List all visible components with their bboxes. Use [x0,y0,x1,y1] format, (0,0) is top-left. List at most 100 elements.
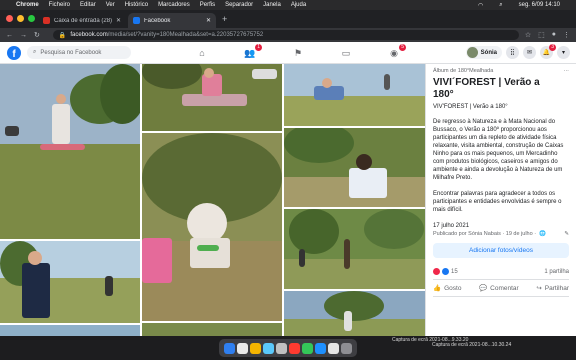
facebook-logo[interactable]: f [7,45,21,60]
home-icon: ⌂ [199,48,205,58]
main-nav: ⌂ 👥 1 ⚑ ▭ ◉ 5 [178,42,418,64]
app-menu[interactable]: Chrome [16,2,39,8]
photo-tile[interactable] [0,241,140,323]
photo-tile[interactable] [0,64,140,239]
share-count[interactable]: 1 partilha [544,269,569,275]
account-button[interactable]: ▾ [557,46,570,59]
files-icon[interactable] [328,342,339,354]
profile-icon[interactable]: ● [552,31,556,39]
reload-icon[interactable]: ↻ [34,31,40,39]
search-placeholder: Pesquisa no Facebook [40,49,102,56]
share-icon: ↪ [536,285,542,292]
dock [219,339,357,357]
menu-ajuda[interactable]: Ajuda [291,2,306,8]
reaction-count: 15 [451,268,458,275]
edit-icon[interactable]: ✎ [564,231,569,237]
like-button[interactable]: 👍 Gosto [433,284,461,293]
menu-janela[interactable]: Janela [263,2,281,8]
back-icon[interactable]: ← [6,32,13,39]
photo-tile[interactable] [142,133,282,321]
photo-tile[interactable] [142,64,282,131]
menu-ficheiro[interactable]: Ficheiro [49,2,70,8]
desktop-file[interactable]: Captura de ecrã 2021-08...10.30.24 [432,342,511,348]
chrome-icon[interactable] [250,342,261,354]
url-path: /media/set/?vanity=180Mealhada&set=a.220… [107,32,264,38]
tab-label: Facebook [144,17,171,24]
mail-icon[interactable] [276,342,287,354]
photo-tile[interactable] [284,291,425,336]
menu-perfis[interactable]: Perfis [200,2,215,8]
photo-tile[interactable] [284,209,425,289]
menu-ver[interactable]: Ver [106,2,115,8]
menu-editar[interactable]: Editar [80,2,96,8]
chevron-down-icon: ▾ [561,50,565,56]
calendar-icon[interactable] [289,342,300,354]
search-input[interactable]: ⌕ Pesquisa no Facebook [27,46,131,59]
address-toolbar: ← → ↻ 🔒 facebook.com /media/set/?vanity=… [0,28,576,42]
menu-button[interactable]: ⣿ [506,46,519,59]
more-icon[interactable]: ⋮ [563,31,570,39]
clock[interactable]: seg. 6/09 14:10 [519,2,560,9]
thumbs-up-icon: 👍 [433,285,442,292]
url-bar[interactable]: 🔒 facebook.com /media/set/?vanity=180Mea… [52,30,519,40]
nav-friends[interactable]: 👥 1 [226,42,274,64]
nav-marketplace[interactable]: ▭ [322,42,370,64]
wifi-icon[interactable]: ◠ [478,2,483,9]
add-photos-button[interactable]: Adicionar fotos/vídeos [433,243,569,258]
menu-historico[interactable]: Histórico [125,2,148,8]
tab-facebook[interactable]: Facebook ✕ [128,13,216,28]
menu-separador[interactable]: Separador [225,2,253,8]
zoom-window-button[interactable] [28,15,35,22]
close-window-button[interactable] [6,15,13,22]
messages-icon[interactable] [302,342,313,354]
photo-grid [0,64,425,336]
photo-tile[interactable] [0,325,140,336]
minimize-window-button[interactable] [17,15,24,22]
safari-icon[interactable] [263,342,274,354]
lock-icon: 🔒 [58,32,67,39]
launchpad-icon[interactable] [237,342,248,354]
trash-icon[interactable] [341,342,352,354]
new-tab-button[interactable]: + [222,14,227,24]
nav-home[interactable]: ⌂ [178,42,226,64]
tab-label: Caixa de entrada (28) - sonia... [54,17,113,24]
search-icon: ⌕ [33,49,37,55]
published-by: Publicado por Sónia Nabais · 19 de julho… [433,231,537,237]
groups-badge: 5 [399,44,406,51]
comment-icon: 💬 [479,285,488,292]
album-description: De regresso à Natureza e à Mata Nacional… [433,119,564,181]
album-description-2: Encontrar palavras para agradecer a todo… [433,191,562,213]
word-icon[interactable] [315,342,326,354]
messenger-icon: ✉ [526,50,533,56]
photo-tile[interactable] [284,128,425,207]
profile-button[interactable]: Sónia [465,46,502,59]
forward-icon[interactable]: → [20,32,27,39]
facebook-tab-icon [133,17,140,24]
search-icon[interactable]: ⌕ [499,2,502,9]
nav-groups[interactable]: ◉ 5 [370,42,418,64]
facebook-header: f ⌕ Pesquisa no Facebook ⌂ 👥 1 ⚑ ▭ ◉ 5 Són… [0,42,576,64]
finder-icon[interactable] [224,342,235,354]
extensions-icon[interactable]: ⬚ [538,31,545,39]
notifications-button[interactable]: 🔔 3 [540,44,556,59]
more-options-icon[interactable]: ··· [564,68,570,74]
album-date: 17 julho 2021 [433,223,470,229]
album-breadcrumb[interactable]: Álbum de 180°Mealhada [433,68,493,74]
profile-name: Sónia [480,49,497,56]
avatar [466,47,478,58]
comment-button[interactable]: 💬 Comentar [479,284,519,293]
share-button[interactable]: ↪ Partilhar [536,284,569,293]
photo-tile[interactable] [142,323,282,336]
photo-tile[interactable] [284,64,425,126]
macos-menu-bar: Chrome Ficheiro Editar Ver Histórico Mar… [0,0,576,10]
menu-marcadores[interactable]: Marcadores [158,2,190,8]
close-tab-icon[interactable]: ✕ [206,17,211,24]
messenger-button[interactable]: ✉ [523,46,536,59]
url-domain: facebook.com [70,32,108,38]
tab-gmail[interactable]: Caixa de entrada (28) - sonia... ✕ [38,13,126,28]
reactions-summary[interactable]: 15 [433,268,458,275]
nav-pages[interactable]: ⚑ [274,42,322,64]
star-icon[interactable]: ☆ [525,31,531,39]
close-tab-icon[interactable]: ✕ [116,17,121,24]
gmail-icon [43,17,50,24]
